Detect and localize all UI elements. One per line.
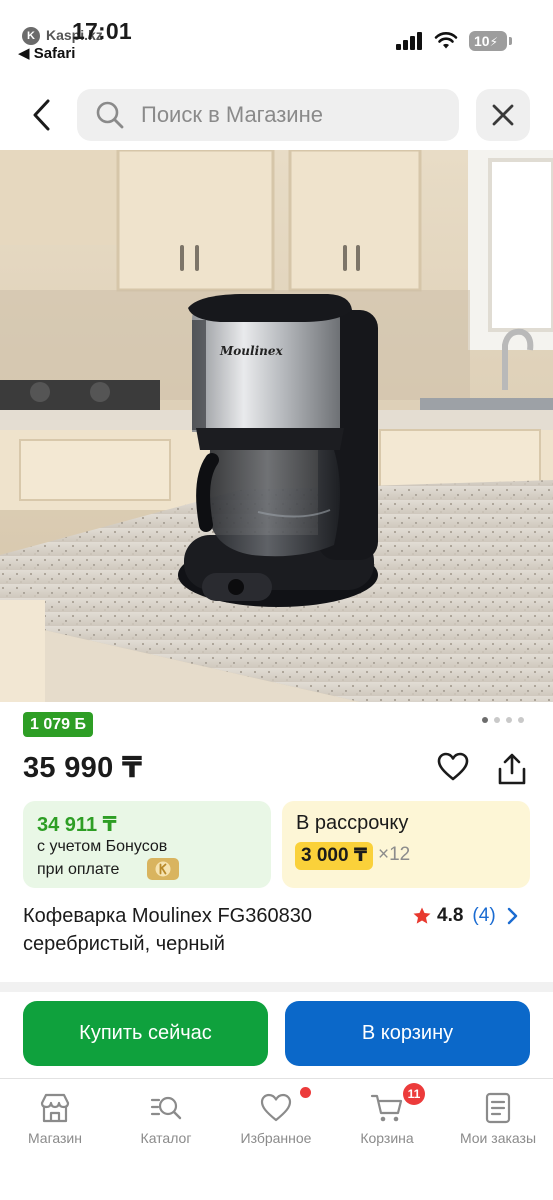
coffee-maker-photo: Moulinex — [0, 150, 553, 702]
bonus-price-line1: с учетом Бонусов — [37, 838, 168, 855]
bonus-price-line2: при оплате — [37, 861, 120, 878]
tab-label: Избранное — [240, 1130, 312, 1146]
installment-card[interactable]: В рассрочку 3 000 ₸ ×12 — [282, 801, 530, 888]
share-button[interactable] — [493, 749, 531, 789]
brand-text-on-image: Moulinex — [219, 344, 283, 358]
search-input[interactable] — [141, 89, 441, 141]
tab-orders[interactable]: Мои заказы — [443, 1079, 553, 1159]
battery-tip — [509, 37, 512, 45]
tab-cart[interactable]: 11 Корзина — [332, 1079, 442, 1159]
product-image[interactable]: Moulinex — [0, 150, 553, 702]
product-title: Кофеварка Moulinex FG360830 серебристый,… — [23, 905, 312, 955]
bottom-tab-bar: Магазин Каталог Избранное 11 Корзина Мои… — [0, 1078, 553, 1200]
favorites-dot-badge — [300, 1087, 311, 1098]
heart-icon — [260, 1093, 292, 1122]
bonus-price-card[interactable]: 34 911 ₸ с учетом Бонусов при оплате — [23, 801, 271, 888]
review-count: (4) — [472, 905, 496, 926]
chevron-left-icon — [33, 99, 50, 131]
buy-now-button[interactable]: Купить сейчас — [23, 1001, 268, 1066]
star-icon — [413, 907, 431, 924]
section-divider — [0, 982, 553, 992]
cellular-signal-icon — [396, 32, 422, 50]
pagination-dot — [506, 717, 512, 723]
tab-catalog[interactable]: Каталог — [111, 1079, 221, 1159]
battery-level: 10 — [474, 33, 490, 49]
installment-monthly: 3 000 ₸ — [295, 842, 374, 870]
search-bar[interactable] — [77, 89, 459, 141]
image-pagination-dots — [482, 717, 526, 725]
kaspi-gold-icon — [147, 858, 179, 880]
search-header — [0, 80, 553, 150]
product-page: K Kaspi.kz 17:01 ◀ Safari 10⚡ Поиск в Ма… — [0, 0, 553, 1200]
bonus-badge: 1 079 Б — [23, 712, 93, 737]
tab-label: Корзина — [360, 1130, 414, 1146]
cart-icon — [370, 1094, 403, 1122]
orders-icon — [485, 1092, 511, 1124]
pagination-dot — [518, 717, 524, 723]
share-icon — [498, 753, 526, 785]
catalog-search-icon — [150, 1096, 182, 1120]
tab-label: Каталог — [140, 1130, 192, 1146]
product-price: 35 990 ₸ — [23, 752, 143, 784]
add-to-favorites-button[interactable] — [434, 748, 472, 786]
back-button[interactable] — [18, 88, 64, 142]
close-icon — [492, 104, 514, 126]
rating-link[interactable]: 4.8 (4) — [412, 904, 518, 928]
rating-value: 4.8 — [437, 905, 464, 926]
cart-count-badge: 11 — [403, 1083, 425, 1105]
pagination-dot-active — [482, 717, 488, 723]
bonus-price-amount: 34 911 ₸ — [37, 814, 117, 836]
tab-favorites[interactable]: Избранное — [221, 1079, 331, 1159]
back-to-safari-link[interactable]: ◀ Safari — [18, 44, 75, 62]
tab-store[interactable]: Магазин — [0, 1079, 110, 1159]
chevron-right-icon — [507, 907, 517, 925]
tab-label: Мои заказы — [459, 1130, 537, 1146]
heart-icon — [437, 752, 469, 781]
tab-label: Магазин — [27, 1130, 82, 1146]
installment-title: В рассрочку — [296, 812, 409, 834]
wifi-icon — [434, 32, 458, 49]
status-bar: K Kaspi.kz 17:01 ◀ Safari 10⚡ — [0, 0, 553, 72]
add-to-cart-button[interactable]: В корзину — [285, 1001, 530, 1066]
pagination-dot — [494, 717, 500, 723]
search-icon — [96, 101, 124, 129]
kaspi-logo-icon: K — [22, 27, 40, 45]
installment-months: ×12 — [378, 844, 411, 865]
store-icon — [40, 1093, 70, 1123]
battery-indicator: 10⚡ — [469, 31, 507, 51]
status-time: 17:01 — [72, 18, 132, 44]
close-search-button[interactable] — [476, 89, 530, 141]
